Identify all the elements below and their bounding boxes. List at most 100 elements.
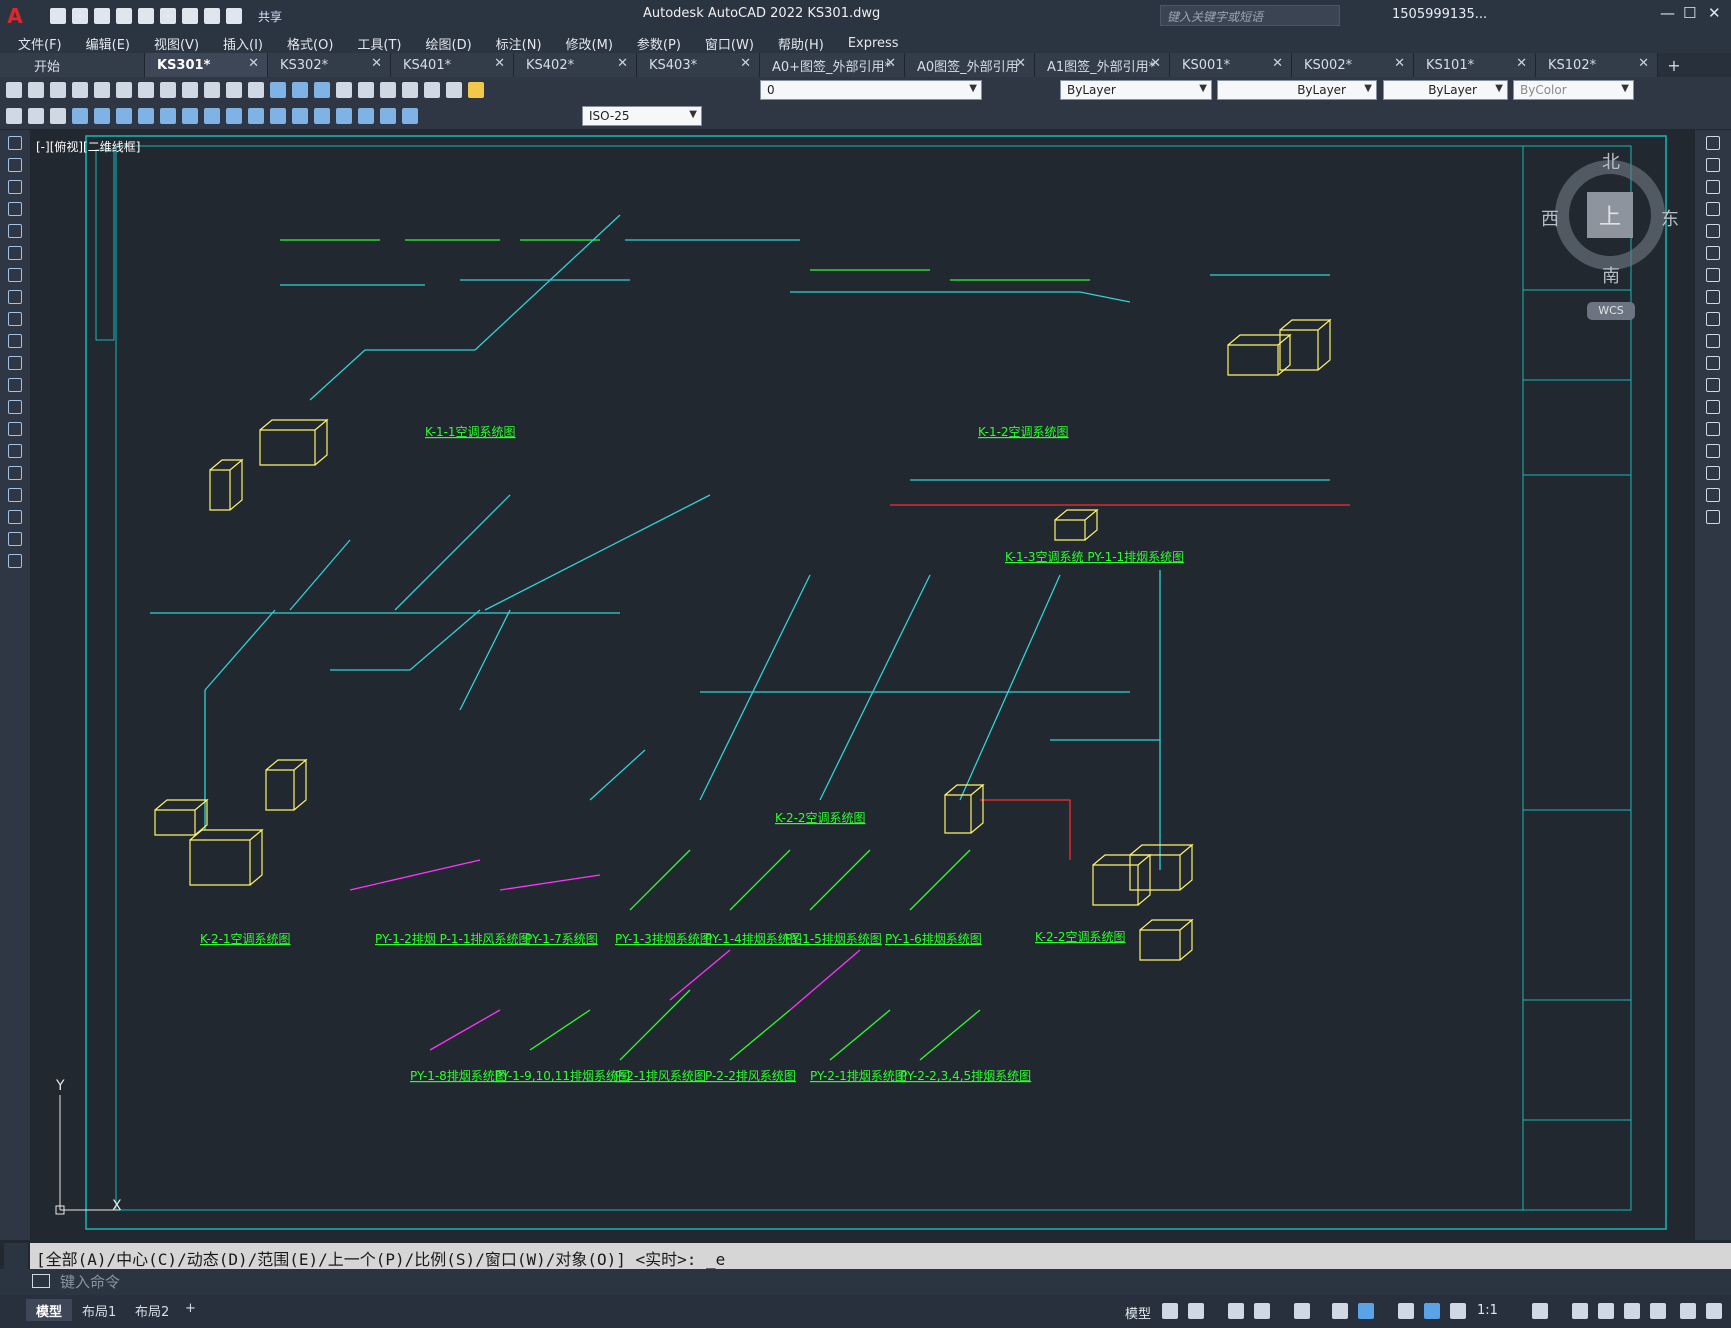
polygon-icon[interactable]: [8, 202, 22, 216]
menu-dimension[interactable]: 标注(N): [496, 34, 542, 53]
dim-radius-icon[interactable]: [160, 108, 176, 124]
lineweight-icon[interactable]: [1398, 1303, 1414, 1319]
tab-ks402[interactable]: KS402* ✕: [514, 53, 637, 77]
group-icon[interactable]: [28, 108, 44, 124]
new-tab-icon[interactable]: +: [1658, 53, 1690, 77]
continue-icon[interactable]: [292, 108, 308, 124]
tab-close-icon[interactable]: ✕: [1015, 56, 1026, 71]
isodraft-icon[interactable]: [1294, 1303, 1310, 1319]
annotation-autoscale-icon[interactable]: [1450, 1303, 1466, 1319]
tab-a1[interactable]: A1图签_外部引用* ✕: [1035, 53, 1170, 77]
paste-icon[interactable]: [182, 82, 198, 98]
line-icon[interactable]: [8, 136, 22, 150]
layer-state-icon[interactable]: [468, 82, 484, 98]
region-icon[interactable]: [8, 488, 22, 502]
wcs-menu[interactable]: WCS: [1587, 302, 1635, 320]
workspace-gear-icon[interactable]: [1532, 1303, 1548, 1319]
save-icon[interactable]: [94, 8, 110, 24]
save-icon[interactable]: [50, 82, 66, 98]
tab-close-icon[interactable]: ✕: [740, 56, 751, 71]
dim-jogged-icon[interactable]: [182, 108, 198, 124]
share-button[interactable]: 共享: [258, 8, 282, 25]
layout-tab-model[interactable]: 模型: [26, 1299, 73, 1321]
chamfer-icon[interactable]: [1706, 444, 1720, 458]
menu-file[interactable]: 文件(F): [18, 34, 62, 53]
tab-close-icon[interactable]: ✕: [371, 56, 382, 71]
undo-icon[interactable]: [226, 82, 242, 98]
blend-icon[interactable]: [1706, 488, 1720, 502]
save-as-icon[interactable]: [116, 8, 132, 24]
tab-start[interactable]: 开始: [0, 53, 145, 77]
new-icon[interactable]: [50, 8, 66, 24]
units-icon[interactable]: [1598, 1303, 1614, 1319]
quick-dim-icon[interactable]: [248, 108, 264, 124]
table-icon[interactable]: [8, 510, 22, 524]
menu-tools[interactable]: 工具(T): [357, 34, 401, 53]
add-selected-icon[interactable]: [8, 554, 22, 568]
arc-icon[interactable]: [8, 246, 22, 260]
tab-close-icon[interactable]: ✕: [1638, 56, 1649, 71]
compass-east[interactable]: 东: [1661, 205, 1679, 231]
annotation-visibility-icon[interactable]: [1424, 1303, 1440, 1319]
menu-insert[interactable]: 插入(I): [223, 34, 263, 53]
gradient-icon[interactable]: [8, 466, 22, 480]
compass-west[interactable]: 西: [1541, 205, 1559, 231]
command-input[interactable]: [60, 1271, 1720, 1293]
mirror-icon[interactable]: [1706, 180, 1720, 194]
scale-icon[interactable]: [1706, 290, 1720, 304]
menu-modify[interactable]: 修改(M): [566, 34, 613, 53]
dim-aligned-icon[interactable]: [94, 108, 110, 124]
menu-edit[interactable]: 编辑(E): [86, 34, 130, 53]
hatch-icon[interactable]: [8, 444, 22, 458]
close-icon[interactable]: ✕: [1708, 4, 1721, 22]
color-select[interactable]: ByLayer ▼: [1060, 80, 1212, 100]
circle-icon[interactable]: [8, 268, 22, 282]
center-mark-icon[interactable]: [336, 108, 352, 124]
qnew-icon[interactable]: [6, 82, 22, 98]
baseline-icon[interactable]: [270, 108, 286, 124]
menu-express[interactable]: Express: [848, 36, 899, 51]
layer-select[interactable]: 0 ▼: [760, 80, 982, 100]
drawing-area[interactable]: K-1-1空调系统图 K-1-2空调系统图 K-1-3空调系统 PY-1-1排烟系统…: [30, 130, 1695, 1240]
copy-icon[interactable]: [160, 82, 176, 98]
grid-icon[interactable]: [1162, 1303, 1178, 1319]
tab-close-icon[interactable]: ✕: [494, 56, 505, 71]
ellipse-arc-icon[interactable]: [8, 356, 22, 370]
user-account[interactable]: 1505999135...: [1392, 7, 1487, 22]
compass-south[interactable]: 南: [1602, 262, 1620, 288]
erase-icon[interactable]: [1706, 136, 1720, 150]
tab-ks002[interactable]: KS002* ✕: [1292, 53, 1414, 77]
polyline-icon[interactable]: [8, 180, 22, 194]
polar-icon[interactable]: [1254, 1303, 1270, 1319]
zoom-window-icon[interactable]: [314, 82, 330, 98]
mtext-icon[interactable]: [8, 532, 22, 546]
redo-icon[interactable]: [226, 8, 242, 24]
construction-line-icon[interactable]: [8, 158, 22, 172]
dim-linear-icon[interactable]: [72, 108, 88, 124]
tab-close-icon[interactable]: ✕: [1516, 56, 1527, 71]
lineweight-select[interactable]: ByLayer ▼: [1383, 80, 1508, 100]
rectangle-icon[interactable]: [8, 224, 22, 238]
linetype-select[interactable]: ByLayer ▼: [1217, 80, 1377, 100]
annotation-scale[interactable]: 1:1: [1477, 1303, 1498, 1318]
tab-close-icon[interactable]: ✕: [617, 56, 628, 71]
snap-icon[interactable]: [1188, 1303, 1204, 1319]
make-block-icon[interactable]: [8, 400, 22, 414]
layout-tab-1[interactable]: 布局1: [72, 1299, 126, 1321]
calculator-icon[interactable]: [402, 82, 418, 98]
point-icon[interactable]: [8, 422, 22, 436]
autocad-logo-icon[interactable]: A: [0, 1, 30, 31]
tab-ks302[interactable]: KS302* ✕: [268, 53, 391, 77]
minimize-icon[interactable]: —: [1660, 4, 1675, 22]
open-web-icon[interactable]: [138, 8, 154, 24]
properties-icon[interactable]: [336, 82, 352, 98]
inspect-icon[interactable]: [358, 108, 374, 124]
toolpalettes-icon[interactable]: [380, 82, 396, 98]
dim-angular-icon[interactable]: [226, 108, 242, 124]
match-icon[interactable]: [6, 108, 22, 124]
ellipse-icon[interactable]: [8, 334, 22, 348]
layout-tab-2[interactable]: 布局2: [125, 1299, 179, 1321]
undo-icon[interactable]: [204, 8, 220, 24]
tab-close-icon[interactable]: ✕: [885, 56, 896, 71]
object-snap-tracking-icon[interactable]: [1332, 1303, 1348, 1319]
